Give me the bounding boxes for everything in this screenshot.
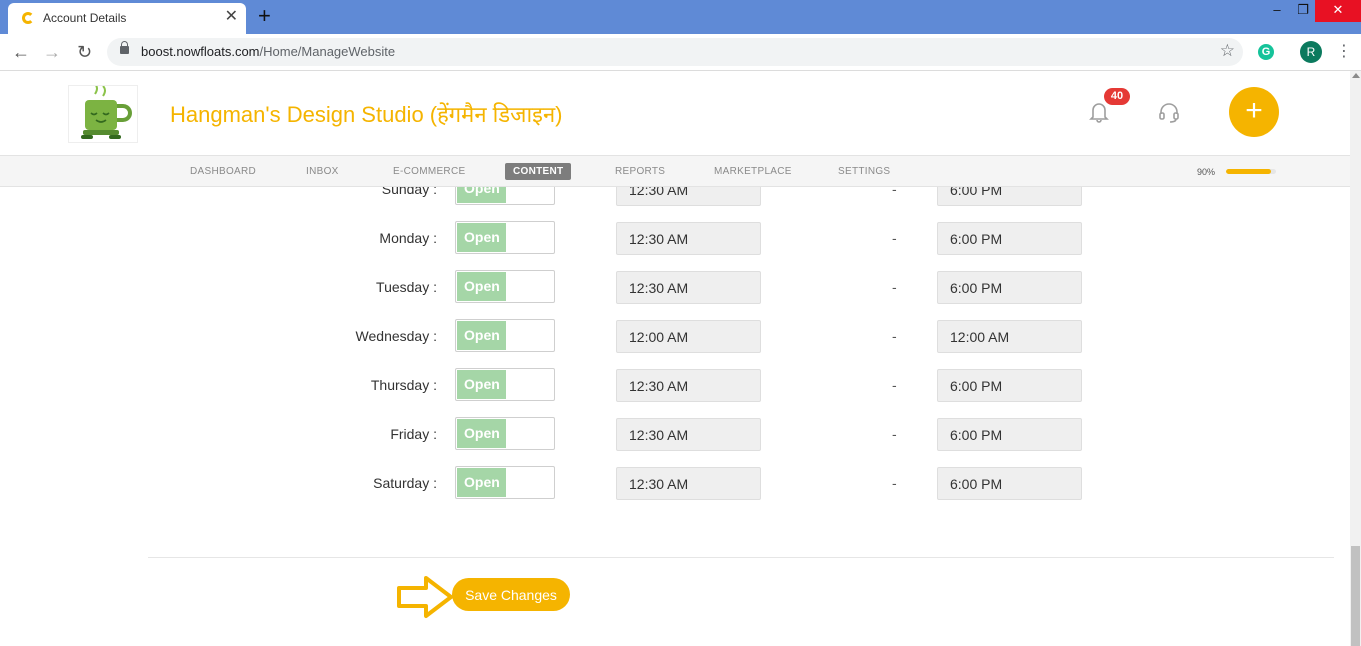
scroll-up-icon[interactable] (1352, 73, 1360, 78)
toggle-status-label: Open (457, 187, 506, 203)
reload-icon[interactable]: ↻ (77, 41, 92, 63)
open-closed-toggle[interactable]: Open (455, 368, 555, 401)
open-time-field[interactable]: 12:30 AM (616, 418, 761, 451)
site-favicon-icon (22, 12, 34, 24)
hours-row: Friday : Open 12:30 AM - 6:00 PM (0, 417, 1350, 451)
bookmark-star-icon[interactable]: ☆ (1220, 41, 1235, 61)
open-closed-toggle[interactable]: Open (455, 221, 555, 254)
nav-item-settings[interactable]: SETTINGS (838, 166, 890, 177)
open-time-field[interactable]: 12:30 AM (616, 369, 761, 402)
toggle-status-label: Open (457, 272, 506, 301)
open-time-field[interactable]: 12:30 AM (616, 467, 761, 500)
time-separator: - (892, 187, 897, 197)
toggle-status-label: Open (457, 321, 506, 350)
day-label: Saturday : (373, 475, 437, 491)
time-separator: - (892, 230, 897, 246)
hours-row: Sunday : Open 12:30 AM - 6:00 PM (0, 187, 1350, 206)
open-closed-toggle[interactable]: Open (455, 187, 555, 205)
nav-item-ecommerce[interactable]: E-COMMERCE (393, 166, 465, 177)
close-time-field[interactable]: 6:00 PM (937, 369, 1082, 402)
forward-arrow-icon[interactable]: → (43, 41, 61, 63)
section-divider (148, 557, 1334, 558)
time-separator: - (892, 279, 897, 295)
add-button[interactable]: + (1229, 87, 1279, 137)
toggle-status-label: Open (457, 468, 506, 497)
nav-item-reports[interactable]: REPORTS (615, 166, 665, 177)
open-closed-toggle[interactable]: Open (455, 466, 555, 499)
restore-button[interactable]: ❐ (1288, 0, 1318, 22)
hours-row: Monday : Open 12:30 AM - 6:00 PM (0, 221, 1350, 255)
profile-progress-bar (1226, 169, 1276, 174)
back-arrow-icon[interactable]: ← (12, 41, 30, 63)
page-scrollbar[interactable] (1350, 71, 1361, 646)
day-label: Friday : (390, 426, 437, 442)
headset-support-icon[interactable] (1158, 102, 1180, 124)
profile-progress-fill (1226, 169, 1271, 174)
open-closed-toggle[interactable]: Open (455, 319, 555, 352)
address-bar[interactable]: boost.nowfloats.com/Home/ManageWebsite ☆ (107, 38, 1243, 66)
window-close-button[interactable]: ✕ (1315, 0, 1361, 22)
bell-icon[interactable] (1089, 101, 1109, 123)
save-changes-button[interactable]: Save Changes (452, 578, 570, 611)
scrollbar-thumb[interactable] (1351, 546, 1360, 646)
close-time-field[interactable]: 6:00 PM (937, 187, 1082, 206)
hours-row: Thursday : Open 12:30 AM - 6:00 PM (0, 368, 1350, 402)
open-time-field[interactable]: 12:30 AM (616, 222, 761, 255)
new-tab-button[interactable]: + (258, 4, 271, 28)
day-label: Tuesday : (376, 279, 437, 295)
hours-row: Saturday : Open 12:30 AM - 6:00 PM (0, 466, 1350, 500)
site-title[interactable]: Hangman's Design Studio (हेंगमैन डिजाइन) (170, 99, 563, 129)
browser-menu-icon[interactable]: ⋮ (1336, 40, 1352, 64)
tab-close-icon[interactable]: ✕ (225, 8, 238, 26)
url-text[interactable]: boost.nowfloats.com/Home/ManageWebsite (141, 44, 395, 59)
browser-tab[interactable]: Account Details ✕ (8, 3, 246, 34)
time-separator: - (892, 377, 897, 393)
close-time-field[interactable]: 6:00 PM (937, 271, 1082, 304)
close-time-field[interactable]: 6:00 PM (937, 418, 1082, 451)
time-separator: - (892, 475, 897, 491)
url-path: /Home/ManageWebsite (259, 44, 396, 59)
url-host: boost.nowfloats.com (141, 44, 260, 59)
business-hours-section: Sunday : Open 12:30 AM - 6:00 PM Monday : Open… (0, 187, 1350, 646)
main-nav: DASHBOARD INBOX E-COMMERCE CONTENT REPOR… (0, 155, 1350, 187)
toggle-status-label: Open (457, 370, 506, 399)
open-time-field[interactable]: 12:30 AM (616, 187, 761, 206)
open-time-field[interactable]: 12:00 AM (616, 320, 761, 353)
tab-title: Account Details (43, 11, 127, 25)
day-label: Sunday : (381, 187, 437, 197)
time-separator: - (892, 328, 897, 344)
day-label: Wednesday : (355, 328, 437, 344)
nav-item-marketplace[interactable]: MARKETPLACE (714, 166, 792, 177)
hours-row: Wednesday : Open 12:00 AM - 12:00 AM (0, 319, 1350, 353)
open-closed-toggle[interactable]: Open (455, 417, 555, 450)
lock-icon (120, 41, 129, 54)
app-header: Hangman's Design Studio (हेंगमैन डिजाइन)… (0, 71, 1350, 155)
day-label: Monday : (379, 230, 437, 246)
profile-avatar[interactable]: R (1300, 41, 1322, 63)
time-separator: - (892, 426, 897, 442)
business-logo[interactable] (68, 83, 138, 143)
nav-item-dashboard[interactable]: DASHBOARD (190, 166, 256, 177)
arrow-right-icon (397, 576, 453, 618)
toggle-status-label: Open (457, 419, 506, 448)
profile-progress-label: 90% (1197, 167, 1216, 177)
notification-badge: 40 (1104, 88, 1130, 105)
mug-logo-icon (81, 83, 132, 139)
grammarly-extension-icon[interactable]: G (1258, 44, 1274, 60)
day-label: Thursday : (370, 377, 437, 393)
browser-toolbar: ← → ↻ boost.nowfloats.com/Home/ManageWeb… (0, 34, 1361, 71)
open-time-field[interactable]: 12:30 AM (616, 271, 761, 304)
toggle-status-label: Open (457, 223, 506, 252)
close-time-field[interactable]: 12:00 AM (937, 320, 1082, 353)
nav-item-content[interactable]: CONTENT (505, 163, 572, 180)
close-time-field[interactable]: 6:00 PM (937, 467, 1082, 500)
browser-tab-bar: Account Details ✕ + – ❐ ✕ (0, 0, 1361, 34)
open-closed-toggle[interactable]: Open (455, 270, 555, 303)
close-time-field[interactable]: 6:00 PM (937, 222, 1082, 255)
nav-item-inbox[interactable]: INBOX (306, 166, 339, 177)
hours-row: Tuesday : Open 12:30 AM - 6:00 PM (0, 270, 1350, 304)
